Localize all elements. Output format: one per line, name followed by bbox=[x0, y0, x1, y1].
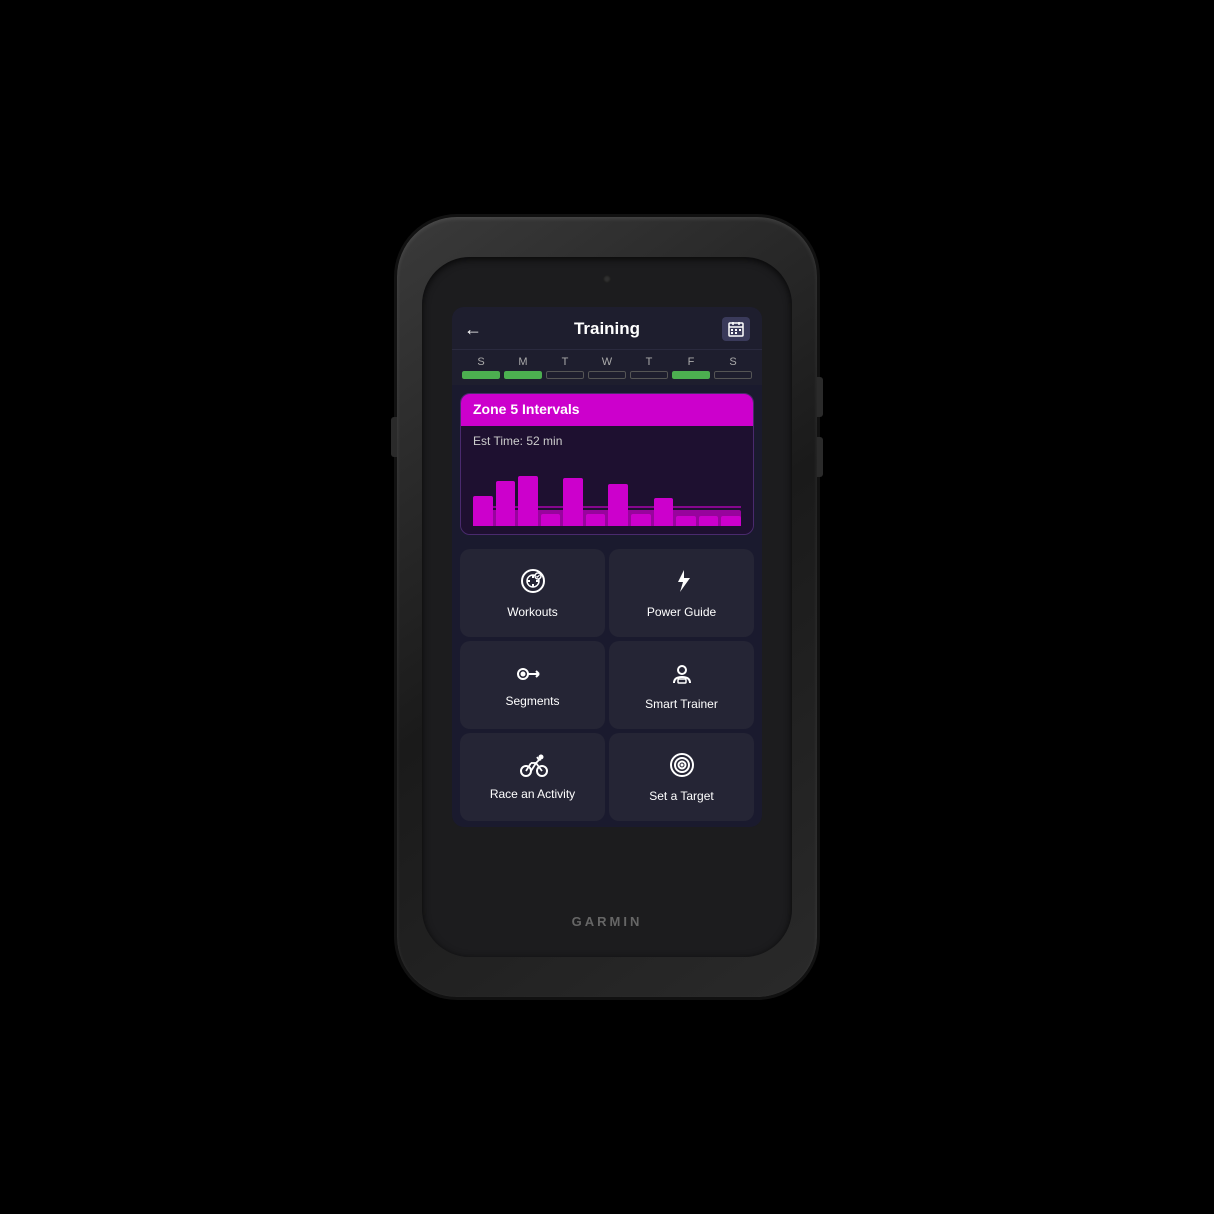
menu-item-race-activity[interactable]: Race an Activity bbox=[460, 733, 605, 821]
smart-trainer-icon bbox=[668, 659, 696, 691]
day-saturday[interactable]: S bbox=[714, 356, 752, 379]
garmin-brand-label: GARMIN bbox=[572, 914, 643, 929]
device-screen: ← Training bbox=[452, 307, 762, 827]
menu-item-workouts[interactable]: Workouts bbox=[460, 549, 605, 637]
workout-card-header: Zone 5 Intervals bbox=[461, 394, 753, 426]
segments-label: Segments bbox=[505, 694, 559, 708]
screen-title: Training bbox=[492, 319, 722, 339]
calendar-icon[interactable] bbox=[722, 317, 750, 341]
day-thursday[interactable]: T bbox=[630, 356, 668, 379]
day-tuesday[interactable]: T bbox=[546, 356, 584, 379]
menu-item-set-target[interactable]: Set a Target bbox=[609, 733, 754, 821]
left-side-button[interactable] bbox=[391, 417, 397, 457]
calendar-svg bbox=[728, 321, 744, 337]
workouts-label: Workouts bbox=[507, 605, 557, 619]
race-activity-icon bbox=[516, 753, 550, 781]
workout-card-body: Est Time: 52 min bbox=[461, 426, 753, 534]
screen-header: ← Training bbox=[452, 307, 762, 350]
chart-bottom bbox=[473, 510, 741, 526]
right-bottom-button[interactable] bbox=[817, 437, 823, 477]
day-monday[interactable]: M bbox=[504, 356, 542, 379]
menu-item-segments[interactable]: Segments bbox=[460, 641, 605, 729]
device-body: ← Training bbox=[422, 257, 792, 957]
smart-trainer-label: Smart Trainer bbox=[645, 697, 718, 711]
menu-item-smart-trainer[interactable]: Smart Trainer bbox=[609, 641, 754, 729]
workouts-icon bbox=[519, 567, 547, 599]
day-wednesday[interactable]: W bbox=[588, 356, 626, 379]
week-selector: S M T W bbox=[452, 350, 762, 385]
day-friday[interactable]: F bbox=[672, 356, 710, 379]
garmin-device: ← Training bbox=[397, 217, 817, 997]
power-guide-icon bbox=[668, 567, 696, 599]
power-guide-label: Power Guide bbox=[647, 605, 716, 619]
chart-baseline bbox=[473, 506, 741, 508]
set-target-icon bbox=[668, 751, 696, 783]
front-camera bbox=[603, 275, 611, 283]
workout-name: Zone 5 Intervals bbox=[473, 401, 580, 417]
estimated-time: Est Time: 52 min bbox=[473, 434, 741, 448]
back-button[interactable]: ← bbox=[464, 319, 492, 340]
workout-chart bbox=[473, 456, 741, 526]
menu-item-power-guide[interactable]: Power Guide bbox=[609, 549, 754, 637]
race-activity-label: Race an Activity bbox=[490, 787, 575, 801]
right-top-button[interactable] bbox=[817, 377, 823, 417]
segments-icon bbox=[517, 662, 549, 688]
day-sunday[interactable]: S bbox=[462, 356, 500, 379]
set-target-label: Set a Target bbox=[649, 789, 714, 803]
training-menu: Workouts Power Guide bbox=[452, 543, 762, 827]
workout-card[interactable]: Zone 5 Intervals Est Time: 52 min bbox=[460, 393, 754, 535]
